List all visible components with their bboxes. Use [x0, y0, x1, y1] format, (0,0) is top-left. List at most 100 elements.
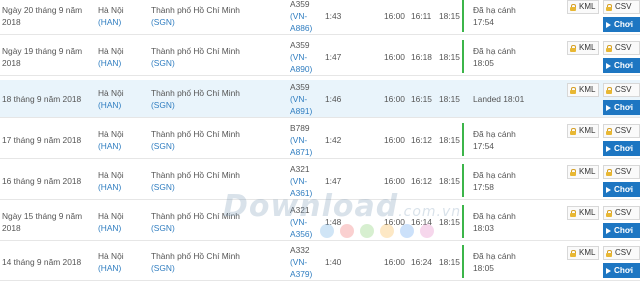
destination-code-link[interactable]: (SGN) — [151, 181, 240, 193]
aircraft-registration-link[interactable]: A890) — [290, 63, 312, 75]
origin-code-link[interactable]: (HAN) — [98, 222, 124, 234]
actual-departure: 16:24 — [411, 256, 432, 267]
aircraft-registration-link[interactable]: (VN- — [290, 134, 312, 146]
play-icon — [606, 21, 611, 28]
aircraft-registration-link[interactable]: (VN- — [290, 216, 312, 228]
kml-download-button[interactable]: KML — [567, 165, 599, 179]
aircraft-registration-link[interactable]: (VN- — [290, 256, 312, 268]
play-button[interactable]: Chơi — [603, 58, 640, 73]
flight-date-line: Ngày 15 tháng 9 năm — [2, 210, 83, 221]
scheduled-arrival: 18:15 — [439, 10, 460, 21]
csv-download-button[interactable]: CSV — [603, 124, 640, 138]
destination-city: Thành phố Hồ Chí Minh — [151, 128, 240, 139]
aircraft-registration-link[interactable]: (VN- — [290, 10, 312, 22]
kml-download-button[interactable]: KML — [567, 206, 599, 220]
kml-label: KML — [579, 167, 596, 176]
flight-duration: 1:40 — [325, 256, 342, 267]
play-button[interactable]: Chơi — [603, 182, 640, 197]
origin-code-link[interactable]: (HAN) — [98, 181, 124, 193]
flight-date: 14 tháng 9 năm 2018 — [2, 243, 92, 280]
play-button[interactable]: Chơi — [603, 17, 640, 32]
lock-icon — [606, 209, 612, 217]
csv-download-button[interactable]: CSV — [603, 165, 640, 179]
flight-duration: 1:47 — [325, 51, 342, 62]
csv-download-button[interactable]: CSV — [603, 0, 640, 14]
destination-code-link[interactable]: (SGN) — [151, 262, 240, 274]
aircraft-registration-link[interactable]: A361) — [290, 187, 312, 199]
table-row: 16 tháng 9 năm 2018 Hà Nội (HAN) Thành phố … — [0, 162, 640, 200]
flight-date-line: 2018 — [2, 57, 21, 68]
destination-code-link[interactable]: (SGN) — [151, 99, 240, 111]
aircraft-registration-link[interactable]: A886) — [290, 22, 312, 34]
kml-download-button[interactable]: KML — [567, 0, 599, 14]
play-icon — [606, 267, 611, 274]
table-row: 18 tháng 9 năm 2018 Hà Nội (HAN) Thành phố … — [0, 80, 640, 118]
landing-time: 17:54 — [473, 140, 494, 151]
destination: Thành phố Hồ Chí Minh (SGN) — [151, 0, 271, 34]
play-button[interactable]: Chơi — [603, 100, 640, 115]
flight-status: Đã hạ cánh 18:05 — [462, 245, 542, 278]
flight-status-text: Đã hạ cánh — [473, 169, 516, 180]
flight-date-line: Ngày 20 tháng 9 năm — [2, 4, 83, 15]
scheduled-arrival: 18:15 — [439, 175, 460, 186]
destination-code-link[interactable]: (SGN) — [151, 57, 240, 69]
scheduled-departure: 16:00 — [384, 10, 405, 21]
aircraft-registration-link[interactable]: (VN- — [290, 175, 312, 187]
csv-download-button[interactable]: CSV — [603, 246, 640, 260]
scheduled-departure: 16:00 — [384, 134, 405, 145]
lock-icon — [570, 86, 576, 94]
destination-city: Thành phố Hồ Chí Minh — [151, 4, 240, 15]
lock-icon — [606, 249, 612, 257]
aircraft-registration-link[interactable]: (VN- — [290, 93, 312, 105]
csv-label: CSV — [615, 208, 632, 217]
landing-time: 17:54 — [473, 16, 494, 27]
destination-code-link[interactable]: (SGN) — [151, 222, 240, 234]
destination: Thành phố Hồ Chí Minh (SGN) — [151, 243, 271, 280]
kml-download-button[interactable]: KML — [567, 246, 599, 260]
play-label: Chơi — [614, 185, 634, 194]
scheduled-arrival: 18:15 — [439, 93, 460, 104]
landing-time: 18:05 — [473, 262, 494, 273]
kml-download-button[interactable]: KML — [567, 124, 599, 138]
csv-label: CSV — [615, 85, 632, 94]
kml-download-button[interactable]: KML — [567, 83, 599, 97]
csv-download-button[interactable]: CSV — [603, 206, 640, 220]
play-icon — [606, 186, 611, 193]
lock-icon — [606, 168, 612, 176]
flight-date-line: 14 tháng 9 năm 2018 — [2, 256, 82, 267]
table-row: Ngày 20 tháng 9 năm 2018 Hà Nội (HAN) Thành … — [0, 0, 640, 35]
play-button[interactable]: Chơi — [603, 263, 640, 278]
lock-icon — [606, 86, 612, 94]
aircraft-registration-link[interactable]: A379) — [290, 268, 312, 280]
origin-code-link[interactable]: (HAN) — [98, 57, 124, 69]
origin-code-link[interactable]: (HAN) — [98, 99, 124, 111]
flight-duration: 1:43 — [325, 10, 342, 21]
aircraft-registration-link[interactable]: (VN- — [290, 51, 312, 63]
origin-code-link[interactable]: (HAN) — [98, 16, 124, 28]
actual-departure: 16:14 — [411, 216, 432, 227]
actual-departure: 16:12 — [411, 175, 432, 186]
flight-date: Ngày 20 tháng 9 năm 2018 — [2, 0, 92, 34]
actual-departure: 16:15 — [411, 93, 432, 104]
destination-code-link[interactable]: (SGN) — [151, 16, 240, 28]
play-button[interactable]: Chơi — [603, 141, 640, 156]
play-button[interactable]: Chơi — [603, 223, 640, 238]
play-icon — [606, 227, 611, 234]
origin-code-link[interactable]: (HAN) — [98, 262, 124, 274]
actual-departure: 16:11 — [411, 10, 432, 21]
play-icon — [606, 62, 611, 69]
flight-status: Đã hạ cánh 17:54 — [462, 123, 542, 156]
destination-code-link[interactable]: (SGN) — [151, 140, 240, 152]
csv-download-button[interactable]: CSV — [603, 41, 640, 55]
origin-code-link[interactable]: (HAN) — [98, 140, 124, 152]
actual-departure: 16:18 — [411, 51, 432, 62]
flight-date: 16 tháng 9 năm 2018 — [2, 162, 92, 199]
landing-time: 17:58 — [473, 181, 494, 192]
aircraft-registration-link[interactable]: A356) — [290, 228, 312, 240]
kml-label: KML — [579, 2, 596, 11]
aircraft-registration-link[interactable]: A891) — [290, 105, 312, 117]
kml-download-button[interactable]: KML — [567, 41, 599, 55]
aircraft-registration-link[interactable]: A871) — [290, 146, 312, 158]
flight-date-line: 17 tháng 9 năm 2018 — [2, 134, 82, 145]
csv-download-button[interactable]: CSV — [603, 83, 640, 97]
